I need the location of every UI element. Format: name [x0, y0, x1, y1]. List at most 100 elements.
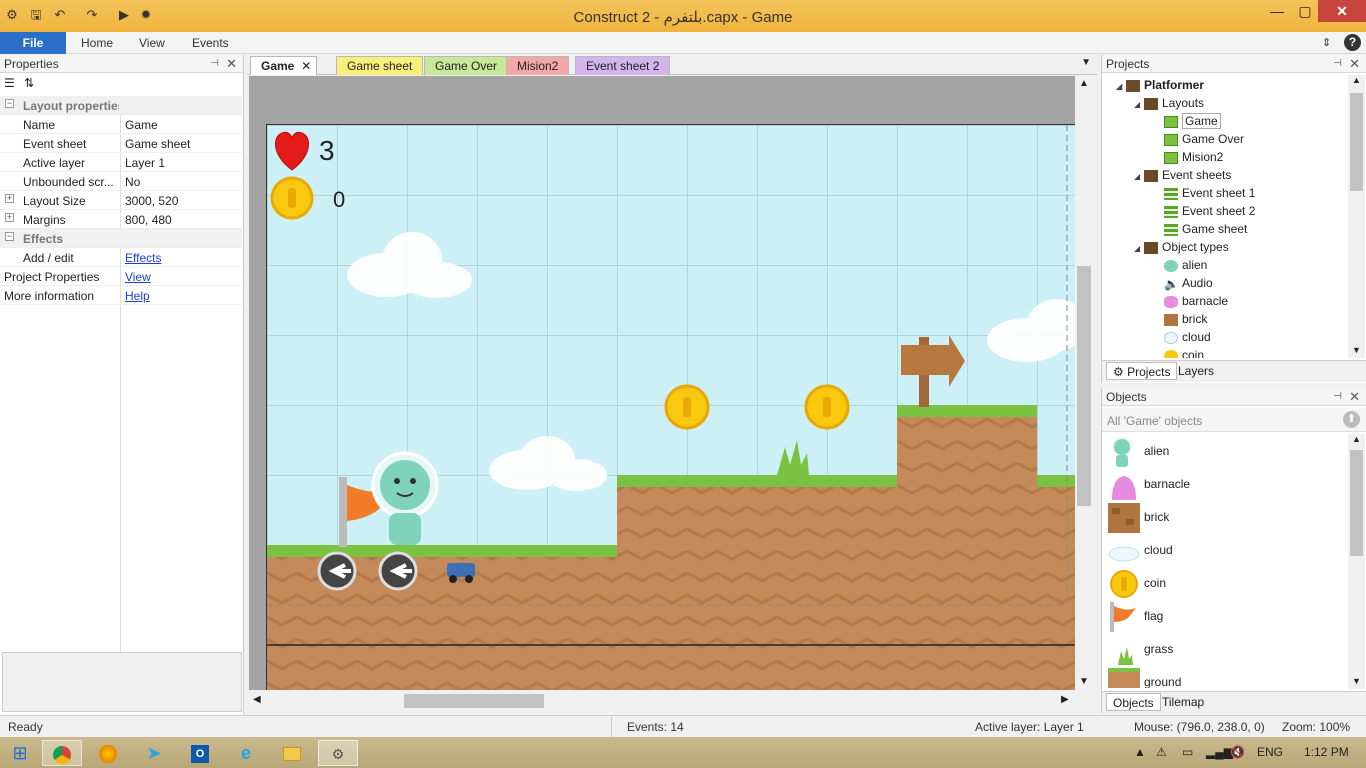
tray-device-icon[interactable]: ▭: [1182, 745, 1193, 759]
scroll-thumb[interactable]: [1350, 93, 1363, 191]
scroll-up-icon[interactable]: ▲: [1352, 75, 1361, 85]
tree-event-sheet-2[interactable]: Event sheet 2: [1164, 202, 1255, 220]
tree-event-sheet-1[interactable]: Event sheet 1: [1164, 184, 1255, 202]
pin-icon[interactable]: ⊣: [1333, 55, 1342, 73]
collapse-icon[interactable]: −: [5, 232, 14, 241]
close-button[interactable]: ✕: [1318, 0, 1366, 22]
volume-mute-icon[interactable]: 🔇: [1230, 745, 1245, 759]
expand-icon[interactable]: +: [5, 194, 14, 203]
collapse-arrow-icon[interactable]: ◢: [1134, 96, 1144, 114]
layout-area[interactable]: 3 0: [266, 124, 1075, 690]
object-item-cloud[interactable]: cloud: [1108, 534, 1348, 566]
prop-value[interactable]: No: [125, 175, 140, 189]
tabs-dropdown-icon[interactable]: ▼: [1081, 57, 1091, 68]
clock[interactable]: 1:12 PM: [1304, 745, 1349, 759]
help-link[interactable]: Help: [125, 289, 150, 303]
tab-event-sheet-2[interactable]: Event sheet 2: [575, 56, 671, 75]
help-icon[interactable]: ?: [1344, 34, 1361, 51]
tree-obj-alien[interactable]: alien: [1164, 256, 1207, 274]
maximize-button[interactable]: ▢: [1290, 0, 1320, 22]
scroll-down-icon[interactable]: ▼: [1352, 345, 1361, 355]
chrome-icon[interactable]: [42, 740, 82, 766]
scroll-left-icon[interactable]: ◀: [253, 694, 261, 705]
objects-scrollbar[interactable]: ▲ ▼: [1348, 434, 1365, 689]
tree-obj-audio[interactable]: 🔈 Audio: [1164, 274, 1213, 292]
object-item-flag[interactable]: flag: [1108, 600, 1348, 632]
prop-value[interactable]: Game: [125, 118, 158, 132]
scroll-thumb[interactable]: [1077, 266, 1091, 506]
tray-expand-icon[interactable]: ▲: [1134, 745, 1146, 759]
object-item-brick[interactable]: brick: [1108, 501, 1348, 533]
tab-layers[interactable]: Layers: [1172, 362, 1220, 380]
up-folder-icon[interactable]: ⬆: [1343, 411, 1360, 428]
close-icon[interactable]: ✕: [1349, 55, 1360, 73]
tray-network-icon[interactable]: ⚠: [1156, 745, 1167, 759]
construct2-taskbar-icon[interactable]: ⚙: [318, 740, 358, 766]
view-link[interactable]: View: [125, 270, 151, 284]
tree-layout-mision2[interactable]: Mision2: [1164, 148, 1223, 166]
projects-scrollbar[interactable]: ▲ ▼: [1348, 75, 1365, 358]
sort-alpha-icon[interactable]: ⇅: [24, 76, 34, 90]
signal-icon[interactable]: ▂▄▆: [1206, 745, 1233, 759]
horizontal-scrollbar[interactable]: ◀ ▶: [249, 690, 1075, 712]
tree-obj-cloud[interactable]: cloud: [1164, 328, 1211, 346]
object-item-coin[interactable]: coin: [1108, 567, 1348, 599]
prop-value[interactable]: 800, 480: [125, 213, 172, 227]
scroll-up-icon[interactable]: ▲: [1352, 434, 1361, 444]
expand-icon[interactable]: +: [5, 213, 14, 222]
object-item-grass[interactable]: grass: [1108, 633, 1348, 665]
tab-projects[interactable]: ⚙ Projects: [1106, 362, 1178, 380]
tab-game-sheet[interactable]: Game sheet: [336, 56, 424, 75]
file-explorer-icon[interactable]: [272, 740, 312, 766]
section-effects[interactable]: − Effects: [0, 229, 242, 248]
prop-row-event-sheet[interactable]: Event sheet Game sheet: [0, 134, 242, 153]
prop-row-margins[interactable]: + Margins 800, 480: [0, 210, 242, 229]
tab-mision2[interactable]: Mision2: [506, 56, 570, 75]
scroll-thumb[interactable]: [404, 694, 544, 708]
tree-game-sheet[interactable]: Game sheet: [1164, 220, 1247, 238]
categorized-icon[interactable]: ☰: [4, 76, 15, 90]
tab-file[interactable]: File: [0, 32, 66, 54]
scroll-right-icon[interactable]: ▶: [1061, 694, 1069, 705]
tree-layout-game-over[interactable]: Game Over: [1164, 130, 1244, 148]
prop-row-unbounded[interactable]: Unbounded scr... No: [0, 172, 242, 191]
scroll-up-icon[interactable]: ▲: [1079, 78, 1089, 89]
collapse-arrow-icon[interactable]: ◢: [1134, 168, 1144, 186]
prop-value[interactable]: 3000, 520: [125, 194, 178, 208]
close-tab-icon[interactable]: ✕: [301, 57, 311, 75]
close-icon[interactable]: ✕: [226, 55, 237, 73]
tab-view[interactable]: View: [139, 32, 165, 54]
tree-obj-coin[interactable]: coin: [1164, 346, 1204, 358]
tab-tilemap[interactable]: Tilemap: [1156, 693, 1210, 711]
prop-row-layout-size[interactable]: + Layout Size 3000, 520: [0, 191, 242, 210]
ribbon-collapse-icon[interactable]: ⇕: [1322, 32, 1331, 54]
scroll-down-icon[interactable]: ▼: [1352, 676, 1361, 686]
prop-row-name[interactable]: Name Game: [0, 115, 242, 134]
internet-explorer-icon[interactable]: e: [226, 740, 266, 766]
pin-icon[interactable]: ⊣: [1333, 388, 1342, 406]
prop-value[interactable]: Layer 1: [125, 156, 165, 170]
close-icon[interactable]: ✕: [1349, 388, 1360, 406]
tree-root[interactable]: ◢ Platformer: [1116, 76, 1204, 94]
effects-link[interactable]: Effects: [125, 251, 161, 265]
prop-value[interactable]: Game sheet: [125, 137, 190, 151]
tree-event-sheets[interactable]: ◢ Event sheets: [1134, 166, 1231, 184]
object-item-ground[interactable]: ground: [1108, 666, 1348, 688]
section-layout-properties[interactable]: − Layout properties: [0, 96, 242, 115]
tab-events[interactable]: Events: [192, 32, 229, 54]
telegram-icon[interactable]: ➤: [134, 740, 174, 766]
collapse-icon[interactable]: −: [5, 99, 14, 108]
firefox-icon[interactable]: [88, 740, 128, 766]
tab-game-over[interactable]: Game Over: [424, 56, 509, 75]
minimize-button[interactable]: —: [1262, 0, 1292, 22]
tree-layout-game[interactable]: Game: [1164, 112, 1221, 130]
tree-obj-barnacle[interactable]: barnacle: [1164, 292, 1228, 310]
tree-object-types[interactable]: ◢ Object types: [1134, 238, 1229, 256]
object-item-barnacle[interactable]: barnacle: [1108, 468, 1348, 500]
tab-game[interactable]: Game ✕: [250, 56, 318, 75]
tree-layouts[interactable]: ◢ Layouts: [1134, 94, 1204, 112]
tab-home[interactable]: Home: [81, 32, 113, 54]
tree-obj-brick[interactable]: brick: [1164, 310, 1207, 328]
scroll-down-icon[interactable]: ▼: [1079, 676, 1089, 687]
prop-row-active-layer[interactable]: Active layer Layer 1: [0, 153, 242, 172]
